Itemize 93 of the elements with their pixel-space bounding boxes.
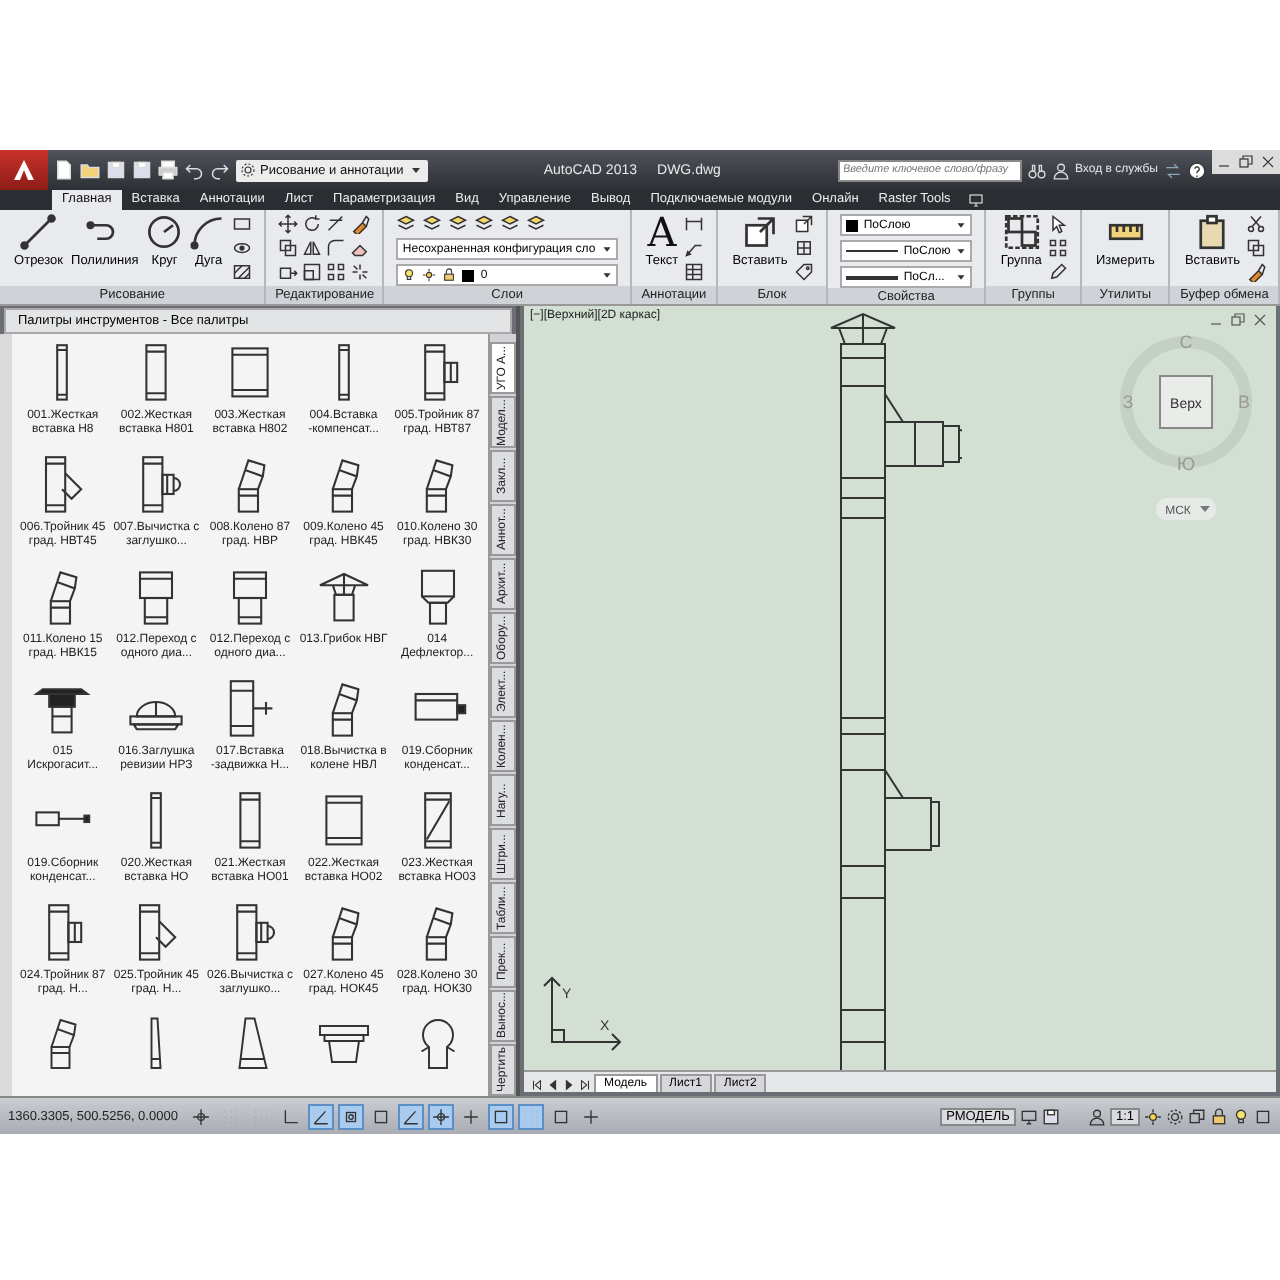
caret-icon	[407, 162, 424, 178]
layers-icon[interactable]	[500, 214, 521, 234]
corner-icon	[282, 1107, 300, 1125]
table-icon[interactable]	[684, 262, 705, 282]
stretch-icon[interactable]	[278, 262, 299, 282]
exchange-icon[interactable]	[1164, 161, 1182, 179]
monitor-icon[interactable]	[1019, 1107, 1038, 1125]
app-menu-button[interactable]	[0, 150, 48, 190]
layers-icon[interactable]	[448, 214, 469, 234]
status-toggle[interactable]	[398, 1103, 424, 1129]
array-icon[interactable]	[326, 262, 347, 282]
status-toggle[interactable]	[308, 1103, 334, 1129]
copy-icon[interactable]	[1246, 238, 1266, 258]
trim-icon[interactable]	[326, 214, 347, 234]
compass-south-label: Ю	[1176, 454, 1196, 474]
crosshair-icon	[432, 1107, 450, 1125]
angle-icon	[402, 1107, 420, 1125]
mirror-icon[interactable]	[302, 238, 323, 258]
brush-icon[interactable]	[1246, 262, 1266, 282]
square-icon	[492, 1107, 510, 1125]
square-icon	[552, 1107, 570, 1125]
status-toggle[interactable]	[188, 1103, 214, 1129]
angle-icon	[312, 1107, 330, 1125]
triangle-logo-icon	[12, 158, 36, 182]
restore-icon[interactable]	[1230, 312, 1246, 328]
explode-icon[interactable]	[350, 262, 371, 282]
redo-icon[interactable]	[210, 160, 230, 180]
group-icon	[1003, 214, 1040, 250]
fillet-icon[interactable]	[326, 238, 347, 258]
plus-icon	[462, 1107, 480, 1125]
status-toggle[interactable]	[518, 1103, 544, 1129]
light-bulb-icon[interactable]	[1232, 1107, 1250, 1125]
folder-icon[interactable]	[80, 160, 100, 180]
status-toggle[interactable]	[488, 1103, 514, 1129]
brush-icon[interactable]	[350, 214, 371, 234]
copy-icon[interactable]	[278, 238, 299, 258]
pencil-icon[interactable]	[1047, 262, 1068, 282]
target-icon	[342, 1107, 360, 1125]
restore-icon[interactable]	[1238, 154, 1254, 170]
square-icon	[372, 1107, 390, 1125]
arrow-right-icon[interactable]	[562, 1078, 576, 1092]
close-icon[interactable]	[1260, 154, 1276, 170]
line-icon	[20, 214, 57, 250]
dimension-icon[interactable]	[684, 214, 705, 234]
eye-icon[interactable]	[232, 238, 253, 258]
layers-icon[interactable]	[422, 214, 443, 234]
status-toggle[interactable]	[428, 1103, 454, 1129]
sun-icon[interactable]	[1144, 1107, 1162, 1125]
insert-block-icon[interactable]	[793, 214, 814, 234]
arrow-last-icon[interactable]	[578, 1078, 592, 1092]
gear-icon[interactable]	[1166, 1107, 1184, 1125]
scale-icon[interactable]	[302, 262, 323, 282]
compass-ring[interactable]	[1120, 336, 1252, 468]
move-arrows-icon[interactable]	[278, 214, 299, 234]
array-icon[interactable]	[1047, 238, 1068, 258]
save-icon[interactable]	[1041, 1107, 1060, 1125]
lock-icon	[442, 268, 457, 282]
rectangle-icon[interactable]	[232, 214, 253, 234]
status-toggle[interactable]	[338, 1103, 364, 1129]
plus-icon	[582, 1107, 600, 1125]
arrow-left-icon[interactable]	[546, 1078, 560, 1092]
user-icon[interactable]	[1051, 161, 1069, 179]
rotate-icon[interactable]	[302, 214, 323, 234]
crosshair-icon	[192, 1107, 210, 1125]
binoculars-icon[interactable]	[1027, 161, 1045, 179]
layers-icon[interactable]	[526, 214, 547, 234]
hatch-icon[interactable]	[232, 262, 253, 282]
scissors-icon[interactable]	[1246, 214, 1266, 234]
light-bulb-icon	[402, 268, 417, 282]
gear-icon	[240, 162, 256, 178]
help-icon[interactable]	[1188, 161, 1206, 179]
new-document-icon[interactable]	[54, 160, 74, 180]
compass-north-label: С	[1179, 332, 1193, 352]
tag-icon[interactable]	[793, 262, 814, 282]
user-icon[interactable]	[1087, 1107, 1106, 1125]
layers-icon[interactable]	[396, 214, 417, 234]
close-icon[interactable]	[1252, 312, 1268, 328]
print-icon[interactable]	[158, 160, 178, 180]
block-icon[interactable]	[793, 238, 814, 258]
square-icon[interactable]	[1254, 1107, 1272, 1125]
cursor-icon[interactable]	[1047, 214, 1068, 234]
clipboard-icon	[1194, 214, 1231, 250]
insert-block-icon	[741, 214, 778, 250]
restore-icon[interactable]	[1188, 1107, 1206, 1125]
lock-icon[interactable]	[1210, 1107, 1228, 1125]
monitor-icon[interactable]	[968, 192, 985, 208]
arrow-first-icon[interactable]	[530, 1078, 544, 1092]
circle-icon	[146, 214, 183, 250]
arc-icon	[190, 214, 227, 250]
sun-icon	[422, 268, 437, 282]
text-glyph-icon: A	[647, 214, 677, 250]
undo-icon[interactable]	[184, 160, 204, 180]
layers-icon[interactable]	[474, 214, 495, 234]
